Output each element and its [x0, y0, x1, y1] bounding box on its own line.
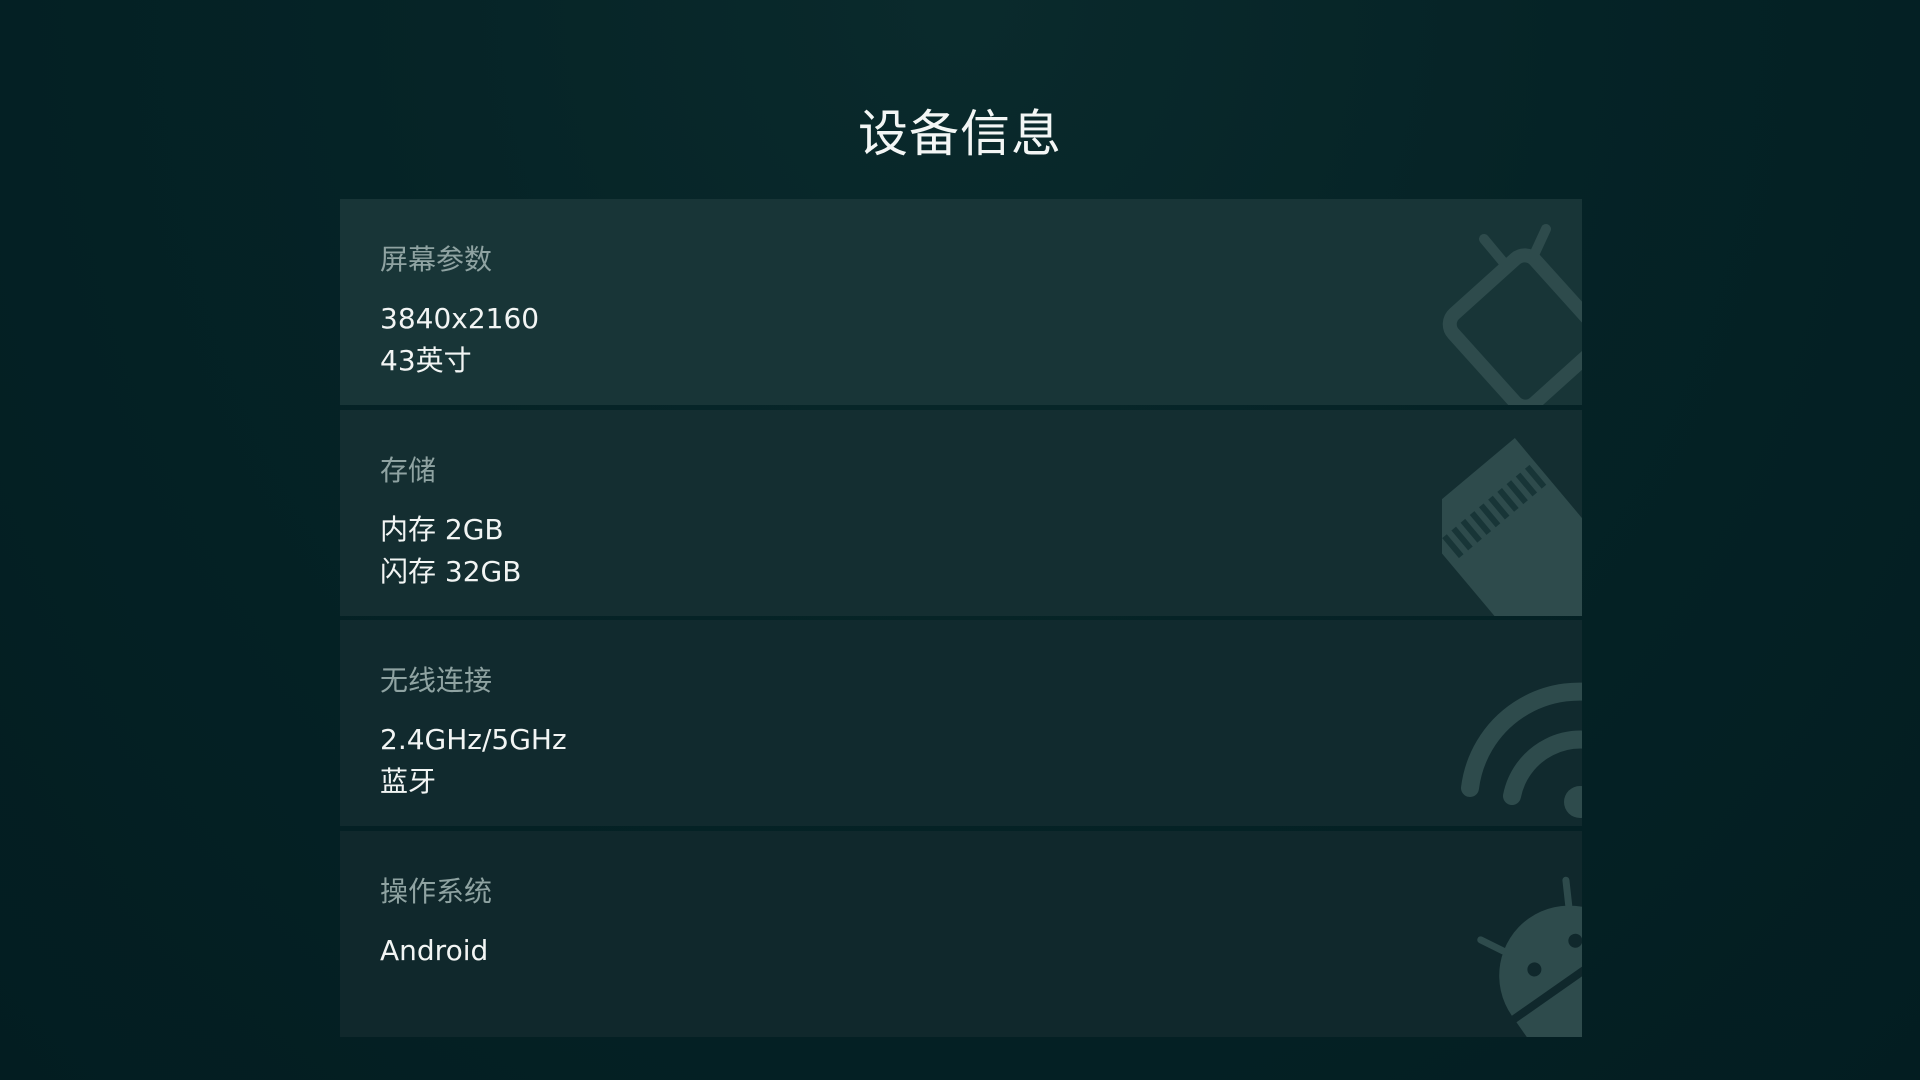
card-value: Android	[380, 934, 489, 967]
card-value: 3840x2160	[380, 302, 540, 335]
card-values: Android	[380, 930, 488, 972]
card-value: 蓝牙	[380, 765, 437, 798]
info-card-screen[interactable]: 屏幕参数 3840x2160 43英寸	[340, 199, 1582, 405]
info-card-os[interactable]: 操作系统 Android	[340, 831, 1582, 1037]
card-value: 内存 2GB	[380, 513, 504, 546]
card-label: 屏幕参数	[380, 243, 493, 276]
card-label: 无线连接	[380, 664, 493, 697]
card-values: 3840x2160 43英寸	[380, 298, 539, 382]
sd-card-icon	[1442, 410, 1582, 616]
card-value: 43英寸	[380, 344, 472, 377]
card-label: 操作系统	[380, 875, 493, 908]
card-label: 存储	[380, 454, 437, 487]
tv-icon	[1442, 199, 1582, 405]
page-title: 设备信息	[858, 105, 1062, 163]
card-values: 2.4GHz/5GHz 蓝牙	[380, 719, 567, 803]
card-values: 内存 2GB 闪存 32GB	[380, 509, 521, 593]
wifi-icon	[1442, 620, 1582, 826]
android-icon	[1442, 831, 1582, 1037]
card-value: 闪存 32GB	[380, 555, 522, 588]
info-card-wireless[interactable]: 无线连接 2.4GHz/5GHz 蓝牙	[340, 620, 1582, 826]
card-value: 2.4GHz/5GHz	[380, 723, 567, 756]
info-card-storage[interactable]: 存储 内存 2GB 闪存 32GB	[340, 410, 1582, 616]
